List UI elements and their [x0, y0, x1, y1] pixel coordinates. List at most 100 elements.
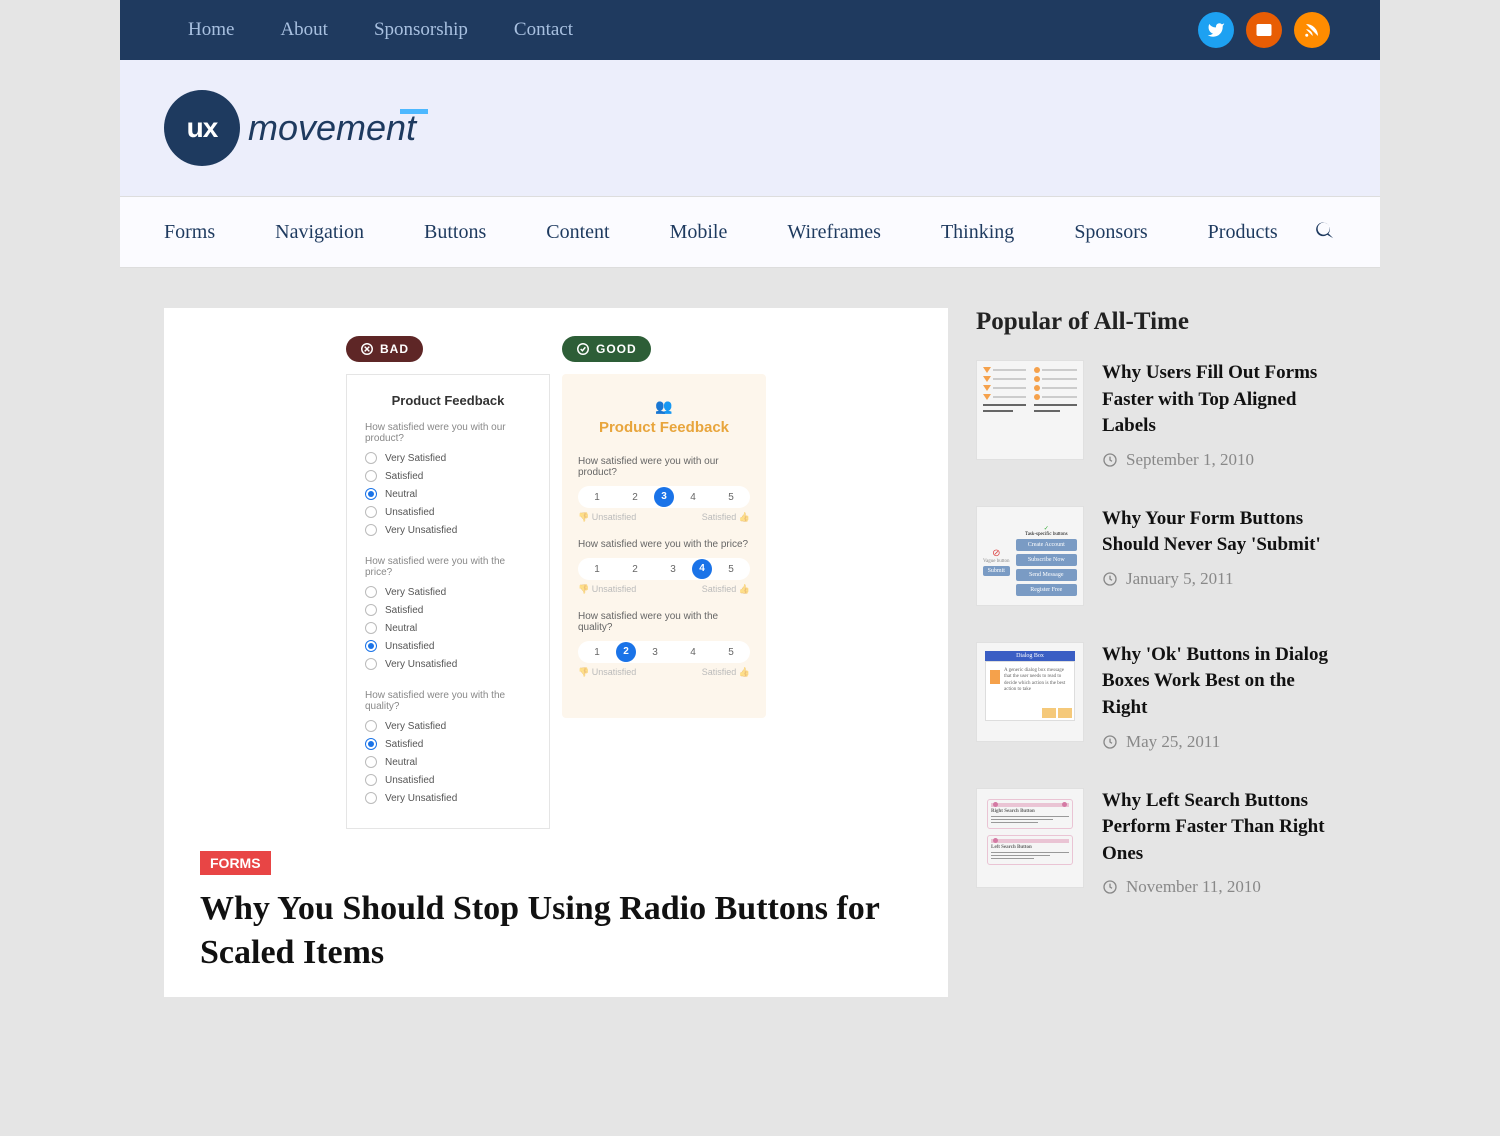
bad-badge: BAD: [346, 336, 423, 362]
popular-thumb: Right Search Button Left Search Button: [976, 788, 1084, 888]
number-scale[interactable]: 12345: [578, 486, 750, 508]
cat-mobile[interactable]: Mobile: [670, 221, 728, 244]
cat-products[interactable]: Products: [1208, 221, 1278, 244]
radio-icon: [365, 622, 377, 634]
scale-option[interactable]: 1: [578, 492, 616, 503]
nav-sponsorship[interactable]: Sponsorship: [374, 19, 468, 41]
article-title: Why You Should Stop Using Radio Buttons …: [200, 887, 912, 975]
radio-option[interactable]: Unsatisfied: [365, 774, 531, 786]
popular-item[interactable]: ⊘Vague buttonSubmit ✓Task-specific butto…: [976, 506, 1336, 606]
radio-label: Very Satisfied: [385, 587, 446, 598]
radio-option[interactable]: Very Unsatisfied: [365, 792, 531, 804]
radio-icon: [365, 524, 377, 536]
radio-icon: [365, 774, 377, 786]
good-title: Product Feedback: [578, 419, 750, 436]
radio-option[interactable]: Unsatisfied: [365, 506, 531, 518]
mail-icon[interactable]: [1246, 12, 1282, 48]
cat-forms[interactable]: Forms: [164, 221, 215, 244]
survey-question: How satisfied were you with the quality?: [365, 690, 531, 712]
bad-title: Product Feedback: [365, 393, 531, 408]
popular-item[interactable]: Why Users Fill Out Forms Faster with Top…: [976, 360, 1336, 470]
radio-option[interactable]: Very Satisfied: [365, 720, 531, 732]
cat-buttons[interactable]: Buttons: [424, 221, 486, 244]
number-scale[interactable]: 12345: [578, 641, 750, 663]
popular-date: September 1, 2010: [1102, 450, 1336, 470]
popular-item[interactable]: Dialog Box A generic dialog box message …: [976, 642, 1336, 752]
scale-option[interactable]: 3: [654, 487, 674, 507]
radio-label: Unsatisfied: [385, 507, 434, 518]
popular-thumb: Dialog Box A generic dialog box message …: [976, 642, 1084, 742]
radio-label: Very Unsatisfied: [385, 659, 457, 670]
nav-home[interactable]: Home: [188, 19, 234, 41]
number-scale[interactable]: 12345: [578, 558, 750, 580]
scale-labels: UnsatisfiedSatisfied: [578, 667, 750, 678]
radio-icon: [365, 756, 377, 768]
scale-option[interactable]: 5: [712, 647, 750, 658]
sidebar: Popular of All-Time Why Users Fill Out F…: [976, 308, 1336, 997]
scale-labels: UnsatisfiedSatisfied: [578, 584, 750, 595]
radio-icon: [365, 720, 377, 732]
good-card: 👥 Product Feedback How satisfied were yo…: [562, 374, 766, 718]
radio-option[interactable]: Neutral: [365, 488, 531, 500]
scale-option[interactable]: 3: [636, 647, 674, 658]
radio-option[interactable]: Very Satisfied: [365, 452, 531, 464]
nav-about[interactable]: About: [280, 19, 328, 41]
scale-option[interactable]: 4: [692, 559, 712, 579]
popular-title: Why Left Search Buttons Perform Faster T…: [1102, 788, 1336, 868]
logo-badge: ux: [164, 90, 240, 166]
logo-area: ux movement: [120, 60, 1380, 196]
cat-navigation[interactable]: Navigation: [275, 221, 364, 244]
radio-label: Unsatisfied: [385, 641, 434, 652]
radio-option[interactable]: Very Satisfied: [365, 586, 531, 598]
radio-option[interactable]: Neutral: [365, 622, 531, 634]
radio-option[interactable]: Neutral: [365, 756, 531, 768]
scale-option[interactable]: 4: [674, 647, 712, 658]
content-row: BAD Product Feedback How satisfied were …: [120, 268, 1380, 1037]
radio-label: Satisfied: [385, 605, 423, 616]
good-panel: GOOD 👥 Product Feedback How satisfied we…: [562, 336, 766, 829]
radio-option[interactable]: Unsatisfied: [365, 640, 531, 652]
feedback-icon: 👥: [578, 398, 750, 415]
cat-sponsors[interactable]: Sponsors: [1074, 221, 1147, 244]
search-icon[interactable]: [1314, 219, 1336, 246]
survey-question: How satisfied were you with the price?: [365, 556, 531, 578]
radio-label: Satisfied: [385, 471, 423, 482]
scale-option[interactable]: 2: [616, 492, 654, 503]
twitter-icon[interactable]: [1198, 12, 1234, 48]
radio-option[interactable]: Very Unsatisfied: [365, 524, 531, 536]
survey-question: How satisfied were you with our product?: [365, 422, 531, 444]
hero-image: BAD Product Feedback How satisfied were …: [200, 330, 912, 851]
rss-icon[interactable]: [1294, 12, 1330, 48]
cat-wireframes[interactable]: Wireframes: [787, 221, 881, 244]
scale-option[interactable]: 2: [616, 642, 636, 662]
radio-option[interactable]: Satisfied: [365, 604, 531, 616]
scale-option[interactable]: 5: [712, 564, 750, 575]
category-tag[interactable]: FORMS: [200, 851, 271, 875]
site-logo[interactable]: ux movement: [164, 90, 1336, 166]
popular-date: January 5, 2011: [1102, 569, 1336, 589]
scale-option[interactable]: 4: [674, 492, 712, 503]
scale-option[interactable]: 1: [578, 564, 616, 575]
radio-icon: [365, 640, 377, 652]
top-bar: Home About Sponsorship Contact: [120, 0, 1380, 60]
radio-icon: [365, 470, 377, 482]
radio-option[interactable]: Very Unsatisfied: [365, 658, 531, 670]
good-badge: GOOD: [562, 336, 651, 362]
cat-content[interactable]: Content: [546, 221, 609, 244]
popular-item[interactable]: Right Search Button Left Search Button W…: [976, 788, 1336, 898]
scale-option[interactable]: 2: [616, 564, 654, 575]
radio-option[interactable]: Satisfied: [365, 470, 531, 482]
radio-option[interactable]: Satisfied: [365, 738, 531, 750]
scale-option[interactable]: 3: [654, 564, 692, 575]
social-links: [1198, 12, 1330, 48]
cat-thinking[interactable]: Thinking: [941, 221, 1014, 244]
radio-label: Neutral: [385, 757, 417, 768]
scale-option[interactable]: 5: [712, 492, 750, 503]
radio-icon: [365, 738, 377, 750]
category-nav: Forms Navigation Buttons Content Mobile …: [164, 221, 1294, 244]
radio-label: Very Satisfied: [385, 453, 446, 464]
nav-contact[interactable]: Contact: [514, 19, 573, 41]
scale-option[interactable]: 1: [578, 647, 616, 658]
survey-question: How satisfied were you with our product?: [578, 456, 750, 478]
radio-label: Very Unsatisfied: [385, 525, 457, 536]
